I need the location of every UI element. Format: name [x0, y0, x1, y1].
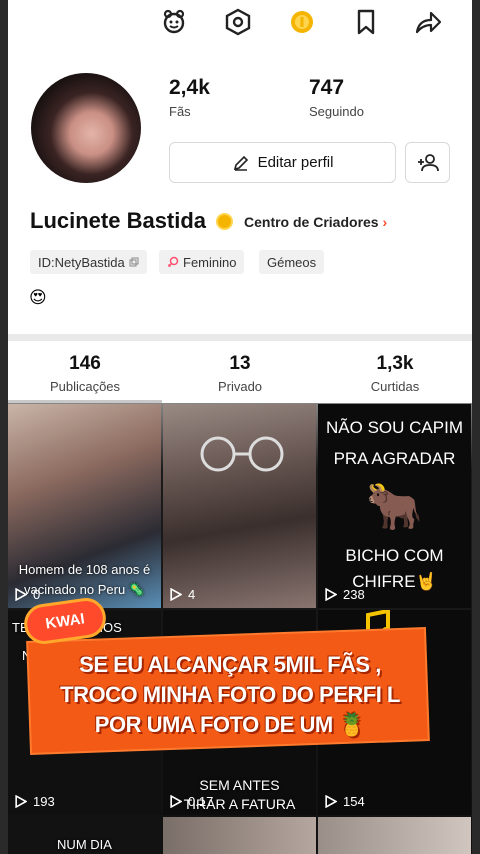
tab-count: 1,3k: [376, 353, 414, 374]
add-user-icon: [417, 153, 439, 171]
thumb-text-line: PRA AGRADAR: [333, 449, 456, 468]
play-count-value: 0: [33, 587, 41, 602]
play-count: 0: [14, 587, 40, 602]
hexagon-settings-icon[interactable]: [222, 6, 254, 38]
tab-curtidas[interactable]: 1,3k Curtidas: [318, 353, 472, 394]
following-stat[interactable]: 747 Seguindo: [309, 76, 364, 119]
video-thumbnail[interactable]: [318, 817, 471, 854]
video-thumbnail[interactable]: 4: [163, 404, 316, 608]
play-count: 238: [324, 587, 365, 602]
add-friend-button[interactable]: [405, 142, 450, 183]
video-thumbnail[interactable]: NUM DIA: [8, 817, 161, 854]
content-tabs: 146 Publicações 13 Privado 1,3k Curtidas: [8, 341, 472, 403]
fans-count: 2,4k: [169, 76, 210, 99]
tab-privado[interactable]: 13 Privado: [163, 353, 317, 394]
bull-icon: 🐂: [365, 480, 424, 532]
coin-icon[interactable]: [286, 6, 318, 38]
thumb-text-line: NUM DIA: [57, 837, 112, 852]
gender-chip: Feminino: [159, 250, 245, 274]
creator-center-label: Centro de Criadores: [244, 214, 379, 230]
video-thumbnail[interactable]: NÃO SOU CAPIM PRA AGRADAR 🐂 BICHO COM CH…: [318, 404, 471, 608]
tab-label: Curtidas: [370, 379, 420, 394]
active-tab-indicator: [8, 400, 162, 403]
promo-message: SE EU ALCANÇAR 5MIL FÃS , TROCO MINHA FO…: [60, 652, 400, 737]
female-icon: [167, 256, 179, 268]
play-icon: [15, 588, 27, 601]
pencil-icon: [233, 155, 248, 171]
thumb-text-line: NÃO SOU CAPIM: [326, 418, 463, 437]
play-count-value: 4: [188, 587, 196, 602]
play-icon: [15, 795, 27, 808]
following-label: Seguindo: [309, 104, 364, 119]
fans-label: Fãs: [169, 104, 191, 119]
tab-count: 13: [229, 353, 251, 374]
play-count: 0.17: [169, 794, 213, 809]
play-count-value: 238: [343, 587, 365, 602]
play-count-value: 154: [343, 794, 365, 809]
app-screen: 2,4k Fãs 747 Seguindo Editar perfil Luci…: [0, 0, 480, 854]
creator-center-link[interactable]: Centro de Criadores ›: [244, 214, 387, 230]
play-icon: [325, 588, 337, 601]
play-count-value: 0.17: [188, 794, 214, 809]
copy-icon: [129, 257, 139, 267]
mascot-icon[interactable]: [158, 6, 190, 38]
tab-label: Privado: [217, 379, 263, 394]
fans-stat[interactable]: 2,4k Fãs: [169, 76, 210, 119]
avatar[interactable]: [31, 73, 141, 183]
chevron-right-icon: ›: [382, 214, 388, 230]
play-count: 154: [324, 794, 365, 809]
edit-profile-button[interactable]: Editar perfil: [169, 142, 396, 183]
zodiac-text: Gémeos: [267, 254, 317, 270]
gender-text: Feminino: [183, 254, 237, 270]
play-icon: [325, 795, 337, 808]
profile-header: 2,4k Fãs 747 Seguindo Editar perfil Luci…: [8, 0, 472, 334]
profile-name: Lucinete Bastida: [30, 208, 207, 233]
tab-publicacoes[interactable]: 146 Publicações: [8, 353, 162, 394]
user-id-chip[interactable]: ID:NetyBastida: [30, 250, 147, 274]
tab-count: 146: [69, 353, 101, 374]
bookmark-icon[interactable]: [350, 6, 382, 38]
tab-label: Publicações: [49, 379, 121, 394]
play-count: 4: [169, 587, 195, 602]
play-count: 193: [14, 794, 55, 809]
edit-profile-label: Editar perfil: [257, 154, 334, 171]
video-thumbnail[interactable]: Homem de 108 anos é vacinado no Peru 🦠 0: [8, 404, 161, 608]
user-id-text: ID:NetyBastida: [38, 254, 125, 270]
thumb-text-line: SEM ANTES: [199, 777, 280, 793]
play-icon: [170, 588, 182, 601]
bio-emoji: 😍: [29, 288, 47, 307]
verified-badge-icon: [216, 213, 233, 230]
following-count: 747: [309, 76, 345, 99]
glasses-icon: [200, 436, 284, 472]
video-thumbnail[interactable]: [163, 817, 316, 854]
zodiac-chip: Gémeos: [259, 250, 325, 274]
play-count-value: 193: [33, 794, 55, 809]
play-icon: [170, 795, 182, 808]
share-icon[interactable]: [412, 6, 444, 38]
